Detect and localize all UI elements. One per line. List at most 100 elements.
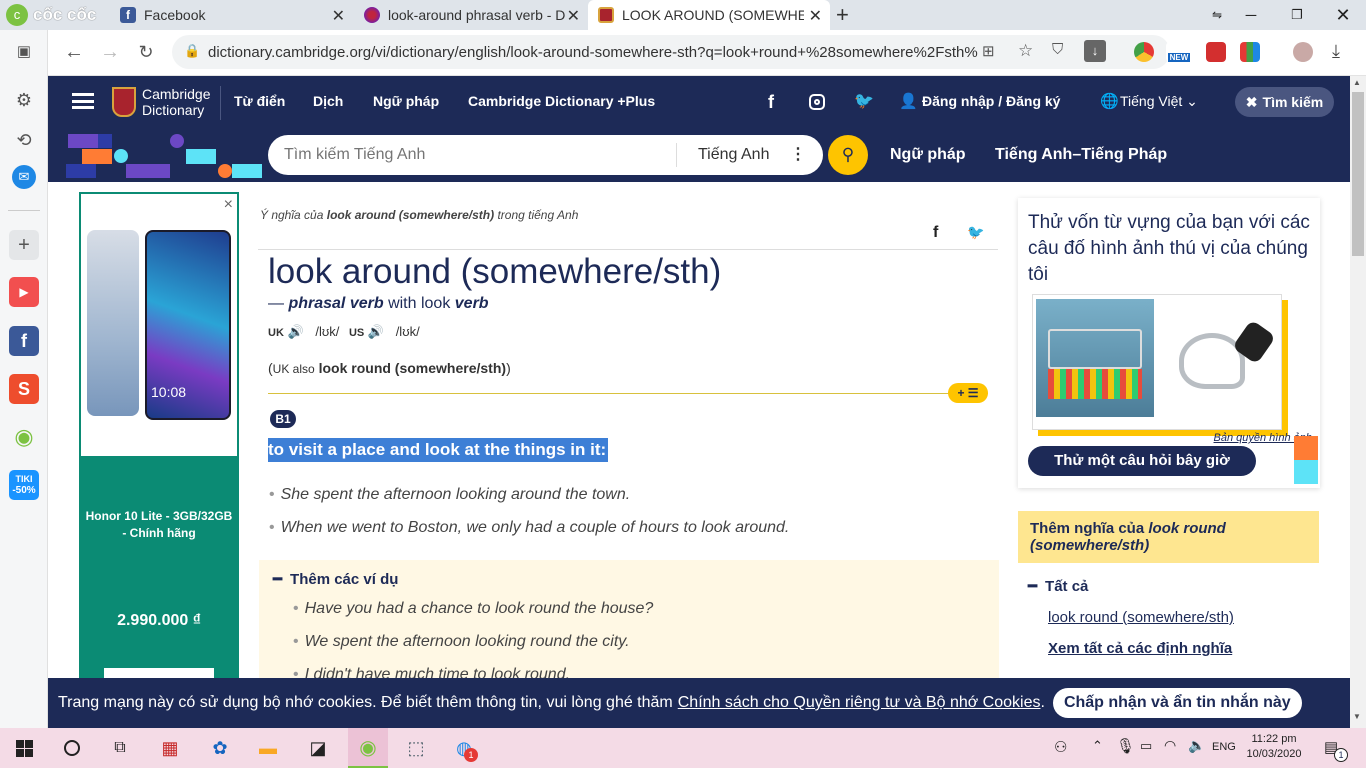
people-icon[interactable]: ⚇ [1054,738,1067,756]
us-label: US [348,327,365,339]
news-extension-icon[interactable]: NEW [1166,42,1192,62]
tiki-icon[interactable]: TIKI -50% [9,470,39,500]
share-facebook-icon[interactable]: f [933,224,938,242]
ad-banner[interactable]: × 10:08 Honor 10 Lite - 3GB/32GB - Chính… [79,192,239,728]
sticky-notes-icon[interactable]: ◪ [302,732,334,764]
uk-audio-icon[interactable]: 🔊 [288,324,304,339]
add-app-icon[interactable]: + [9,230,39,260]
site-logo[interactable]: Cambridge Dictionary [142,86,210,118]
lock-icon: 🔒 [184,43,201,58]
more-vertical-icon[interactable]: ⋮ [790,144,806,164]
search-icon[interactable]: ⚲ [828,135,868,175]
app-icon-blue[interactable]: ✿ [204,732,236,764]
windows-start-icon[interactable] [8,732,40,764]
cookie-end: . [1040,694,1045,711]
facebook-icon[interactable]: f [768,92,774,113]
forward-button[interactable]: → [96,38,124,66]
show-hidden-icons[interactable]: ⌃ [1092,738,1103,754]
red-extension-icon[interactable] [1206,42,1226,62]
battery-icon[interactable]: ▭ [1140,738,1152,754]
colorful-extension-icon[interactable] [1240,42,1260,62]
search-input[interactable] [268,135,676,175]
microphone-icon[interactable]: 🎙 [1116,737,1135,755]
more-examples-toggle[interactable]: ━ Thêm các ví dụ [273,570,398,588]
share-twitter-icon[interactable]: 🐦 [967,224,984,241]
opera-icon [364,7,380,23]
all-meanings-toggle[interactable]: ━ Tất cả [1028,577,1088,595]
page-scrollbar[interactable]: ▲ ▼ [1350,76,1366,728]
minimize-button[interactable]: ─ [1228,0,1274,30]
try-quiz-button[interactable]: Thử một câu hỏi bây giờ [1028,446,1256,476]
tab-look-around-active[interactable]: LOOK AROUND (SOMEWHER ✕ [588,0,830,30]
settings-gear-icon[interactable]: ⚙ [9,85,39,115]
sub-link-english-french[interactable]: Tiếng Anh–Tiếng Pháp [995,146,1167,164]
tab-look-around-phrasal-verb[interactable]: look-around phrasal verb - Dict ✕ [354,0,588,30]
scrollbar-thumb[interactable] [1352,92,1364,256]
menu-dictionary[interactable]: Từ điển [234,93,285,109]
accept-cookies-button[interactable]: Chấp nhận và ẩn tin nhắn này [1052,688,1302,718]
us-audio-icon[interactable]: 🔊 [368,324,384,339]
app-icon-red[interactable]: ▦ [154,732,186,764]
add-to-list-button[interactable]: + ☰ [948,383,988,403]
see-all-definitions-link[interactable]: Xem tất cả các định nghĩa [1048,640,1232,657]
close-tab-icon[interactable]: ✕ [809,6,822,26]
language-selector[interactable]: Tiếng Việt ⌄ [1120,93,1198,110]
close-tab-icon[interactable]: ✕ [332,6,345,26]
privacy-policy-link[interactable]: Chính sách cho Quyền riêng tư và Bộ nhớ … [678,694,1041,712]
menu-plus[interactable]: Cambridge Dictionary +Plus [468,93,655,109]
search-circle-icon[interactable] [56,732,88,764]
minus-icon: ━ [273,571,283,588]
hamburger-menu-icon[interactable] [72,93,94,109]
back-button[interactable]: ← [60,38,88,66]
sub-link-grammar[interactable]: Ngữ pháp [890,146,966,164]
scroll-up-arrow-icon[interactable]: ▲ [1353,78,1361,87]
downloads-arrow-icon[interactable]: ⤓ [1332,41,1340,62]
download-icon[interactable]: ↓ [1084,40,1106,62]
quiz-image-frame[interactable] [1032,294,1282,430]
bookmark-star-icon[interactable]: ☆ [1018,41,1033,61]
menu-translate[interactable]: Dịch [313,93,343,109]
shopee-icon[interactable]: S [9,374,39,404]
coccoc-logo[interactable]: c cốc cốc [6,4,96,26]
youtube-icon[interactable]: ▶ [9,277,39,307]
new-tab-button[interactable]: + [836,2,849,28]
meaning-term: look around (somewhere/sth) [326,208,495,222]
translate-icon[interactable]: ⊞ [982,42,995,60]
wifi-icon[interactable]: ◠ [1164,737,1176,754]
search-divider [676,143,677,167]
input-language[interactable]: ENG [1212,741,1236,753]
meaning-link[interactable]: look round (somewhere/sth) [1048,609,1234,626]
close-window-button[interactable]: ✕ [1320,0,1366,30]
file-explorer-icon[interactable]: ▬ [252,732,284,764]
browser-sidebar: ▣ ⚙ ⟲ ✉ + ▶ f S ◉ TIKI -50% [0,30,48,728]
coccoc-taskbar-icon[interactable]: ◉ [348,728,388,768]
profile-avatar[interactable] [1293,42,1313,62]
login-link[interactable]: Đăng nhập / Đăng ký [922,93,1060,109]
volume-icon[interactable]: 🔈 [1188,737,1205,754]
close-tab-icon[interactable]: ✕ [567,6,580,26]
coccoc-map-icon[interactable]: ◉ [9,422,39,452]
chrome-extension-icon[interactable] [1134,42,1154,62]
scroll-down-arrow-icon[interactable]: ▼ [1353,712,1361,721]
search-language[interactable]: Tiếng Anh [698,146,769,164]
task-view-icon[interactable]: ⧉ [104,732,136,764]
menu-grammar[interactable]: Ngữ pháp [373,93,439,109]
shield-icon[interactable]: ⛉ [1052,41,1063,58]
ad-close-icon[interactable]: × [224,196,233,214]
sidebar-panel-icon[interactable]: ▣ [9,36,39,66]
clock[interactable]: 11:22 pm 10/03/2020 [1244,732,1304,762]
url-bar[interactable]: 🔒 dictionary.cambridge.org/vi/dictionary… [172,35,1170,69]
globe-icon: 🌐 [1100,93,1119,110]
facebook-icon[interactable]: f [9,326,39,356]
search-toggle-button[interactable]: ✖ Tìm kiếm [1235,87,1334,117]
app-icon-gray[interactable]: ⬚ [400,732,432,764]
tab-facebook[interactable]: f Facebook ✕ [110,0,353,30]
history-icon[interactable]: ⟲ [9,125,39,155]
instagram-icon[interactable] [809,94,825,110]
reload-button[interactable]: ↻ [132,38,160,66]
messenger-icon[interactable]: ✉ [12,165,36,189]
more-example-1: • Have you had a chance to look round the… [293,600,654,617]
twitter-icon[interactable]: 🐦 [854,91,874,111]
restore-button[interactable]: ❐ [1274,0,1320,30]
zalo-icon[interactable]: ◍ 1 [448,732,480,764]
